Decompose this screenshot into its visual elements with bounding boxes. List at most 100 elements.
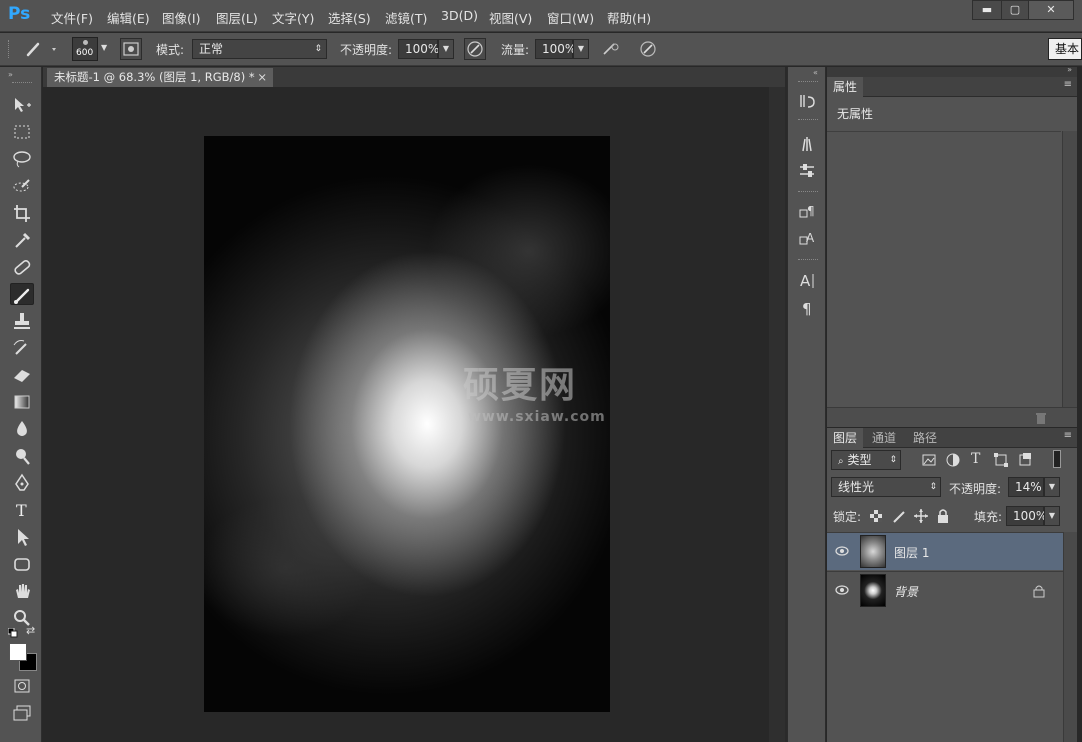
tab-channels[interactable]: 通道	[866, 428, 902, 448]
tab-close-icon[interactable]: ×	[257, 68, 267, 86]
opacity-dropdown[interactable]: ▼	[438, 39, 454, 59]
foreground-color-swatch[interactable]	[9, 643, 27, 661]
collapse-arrows-icon[interactable]: »	[8, 70, 13, 79]
layers-scrollbar[interactable]	[1063, 532, 1077, 742]
menu-help[interactable]: 帮助(H)	[607, 8, 651, 27]
layer-row-layer1[interactable]: 图层 1	[827, 532, 1063, 570]
hand-tool[interactable]	[10, 580, 34, 602]
brush-presets-button[interactable]	[796, 133, 818, 153]
menu-edit[interactable]: 编辑(E)	[107, 8, 150, 27]
character-panel-button[interactable]: A	[796, 270, 818, 290]
visibility-eye-icon[interactable]	[834, 584, 850, 596]
menu-image[interactable]: 图像(I)	[162, 8, 200, 27]
menu-filter[interactable]: 滤镜(T)	[385, 8, 427, 27]
tab-layers[interactable]: 图层	[827, 428, 864, 448]
clone-stamp-tool[interactable]	[10, 310, 34, 332]
path-selection-tool[interactable]	[10, 526, 34, 548]
screen-mode-icon	[13, 705, 31, 721]
lock-all-icon[interactable]	[936, 508, 950, 524]
menu-view[interactable]: 视图(V)	[489, 8, 532, 27]
layers-panel-menu-icon[interactable]: ≡	[1064, 430, 1072, 441]
screen-mode-button[interactable]	[10, 702, 34, 724]
pressure-size-button[interactable]	[637, 38, 659, 60]
lasso-tool[interactable]	[10, 148, 34, 170]
filter-type-icon[interactable]: T	[971, 451, 980, 467]
brush-tool[interactable]	[10, 283, 34, 305]
paragraph-styles-button[interactable]: ¶	[796, 201, 818, 221]
lock-position-icon[interactable]	[913, 508, 929, 524]
brush-size-dropdown-icon[interactable]: ▼	[101, 43, 107, 52]
shape-tool[interactable]	[10, 553, 34, 575]
workspace-switcher[interactable]: 基本	[1048, 38, 1082, 60]
menu-select[interactable]: 选择(S)	[328, 8, 371, 27]
layer-filter-kind[interactable]: ⌕ 类型 ⇕	[831, 450, 901, 470]
filter-shape-icon[interactable]	[993, 452, 1009, 468]
swap-colors-icon[interactable]: ⇄	[26, 624, 35, 637]
visibility-eye-icon[interactable]	[834, 545, 850, 557]
panel-menu-icon[interactable]: ≡	[1064, 79, 1072, 90]
document-tab[interactable]: 未标题-1 @ 68.3% (图层 1, RGB/8) * ×	[47, 68, 273, 87]
layer-row-background[interactable]: 背景	[827, 571, 1063, 609]
blend-mode-select[interactable]: 线性光 ⇕	[831, 477, 941, 497]
brush-size-preview[interactable]: 600	[72, 37, 98, 61]
eyedropper-tool[interactable]	[10, 229, 34, 251]
adjustments-button[interactable]	[796, 160, 818, 180]
move-tool[interactable]	[10, 94, 34, 116]
close-button[interactable]: ✕	[1028, 0, 1074, 20]
brush-panel-toggle[interactable]	[120, 38, 142, 60]
trash-icon[interactable]	[1034, 411, 1048, 425]
tool-preset-picker[interactable]	[22, 39, 60, 59]
menu-file[interactable]: 文件(F)	[51, 8, 93, 27]
filter-toggle-switch[interactable]	[1053, 450, 1061, 468]
vertical-scrollbar[interactable]	[769, 87, 785, 742]
background-layer-name[interactable]: 背景	[894, 583, 918, 600]
quick-mask-button[interactable]	[10, 675, 34, 697]
pressure-opacity-button[interactable]	[464, 38, 486, 60]
crop-icon	[14, 205, 30, 222]
dodge-tool[interactable]	[10, 445, 34, 467]
layer-opacity-dropdown[interactable]: ▼	[1044, 477, 1060, 497]
history-panel-button[interactable]	[796, 91, 818, 111]
airbrush-button[interactable]	[599, 38, 621, 60]
marquee-tool[interactable]	[10, 121, 34, 143]
flow-input[interactable]: 100%	[535, 39, 576, 59]
blur-tool[interactable]	[10, 418, 34, 440]
filter-adjustment-icon[interactable]	[945, 452, 961, 468]
dock-collapse-icon[interactable]: »	[1067, 65, 1072, 74]
filter-pixel-icon[interactable]	[921, 452, 937, 468]
fill-input[interactable]: 100%	[1006, 506, 1047, 526]
quick-selection-tool[interactable]	[10, 175, 34, 197]
opacity-input[interactable]: 100%	[398, 39, 439, 59]
properties-scrollbar[interactable]	[1062, 131, 1077, 407]
fill-dropdown[interactable]: ▼	[1044, 506, 1060, 526]
lock-pixels-icon[interactable]	[891, 508, 907, 524]
expand-arrows-icon[interactable]: «	[813, 68, 818, 77]
default-colors-button[interactable]	[7, 627, 18, 638]
paragraph-styles-icon: ¶	[799, 204, 815, 218]
history-brush-tool[interactable]	[10, 337, 34, 359]
lock-transparent-icon[interactable]	[869, 509, 883, 523]
mode-select[interactable]: 正常 ⇕	[192, 39, 327, 59]
tab-paths[interactable]: 路径	[907, 428, 943, 448]
type-tool[interactable]: T	[10, 499, 34, 521]
menu-window[interactable]: 窗口(W)	[547, 8, 594, 27]
layer1-name[interactable]: 图层 1	[894, 544, 929, 561]
filter-smart-object-icon[interactable]	[1017, 452, 1033, 468]
paragraph-panel-button[interactable]: ¶	[796, 298, 818, 318]
crop-tool[interactable]	[10, 202, 34, 224]
eraser-tool[interactable]	[10, 364, 34, 386]
tab-properties[interactable]: 属性	[827, 77, 864, 97]
menu-3d[interactable]: 3D(D)	[441, 8, 478, 23]
layer-opacity-input[interactable]: 14%	[1008, 477, 1044, 497]
eraser-icon	[14, 370, 30, 382]
healing-brush-tool[interactable]	[10, 256, 34, 278]
minimize-button[interactable]: ▬	[972, 0, 1002, 20]
flow-dropdown[interactable]: ▼	[573, 39, 589, 59]
menu-type[interactable]: 文字(Y)	[272, 8, 314, 27]
character-styles-button[interactable]: A	[796, 228, 818, 248]
menu-bar: Ps 文件(F) 编辑(E) 图像(I) 图层(L) 文字(Y) 选择(S) 滤…	[0, 0, 1082, 32]
gradient-tool[interactable]	[10, 391, 34, 413]
maximize-button[interactable]: ▢	[1001, 0, 1029, 20]
pen-tool[interactable]	[10, 472, 34, 494]
menu-layer[interactable]: 图层(L)	[216, 8, 258, 27]
